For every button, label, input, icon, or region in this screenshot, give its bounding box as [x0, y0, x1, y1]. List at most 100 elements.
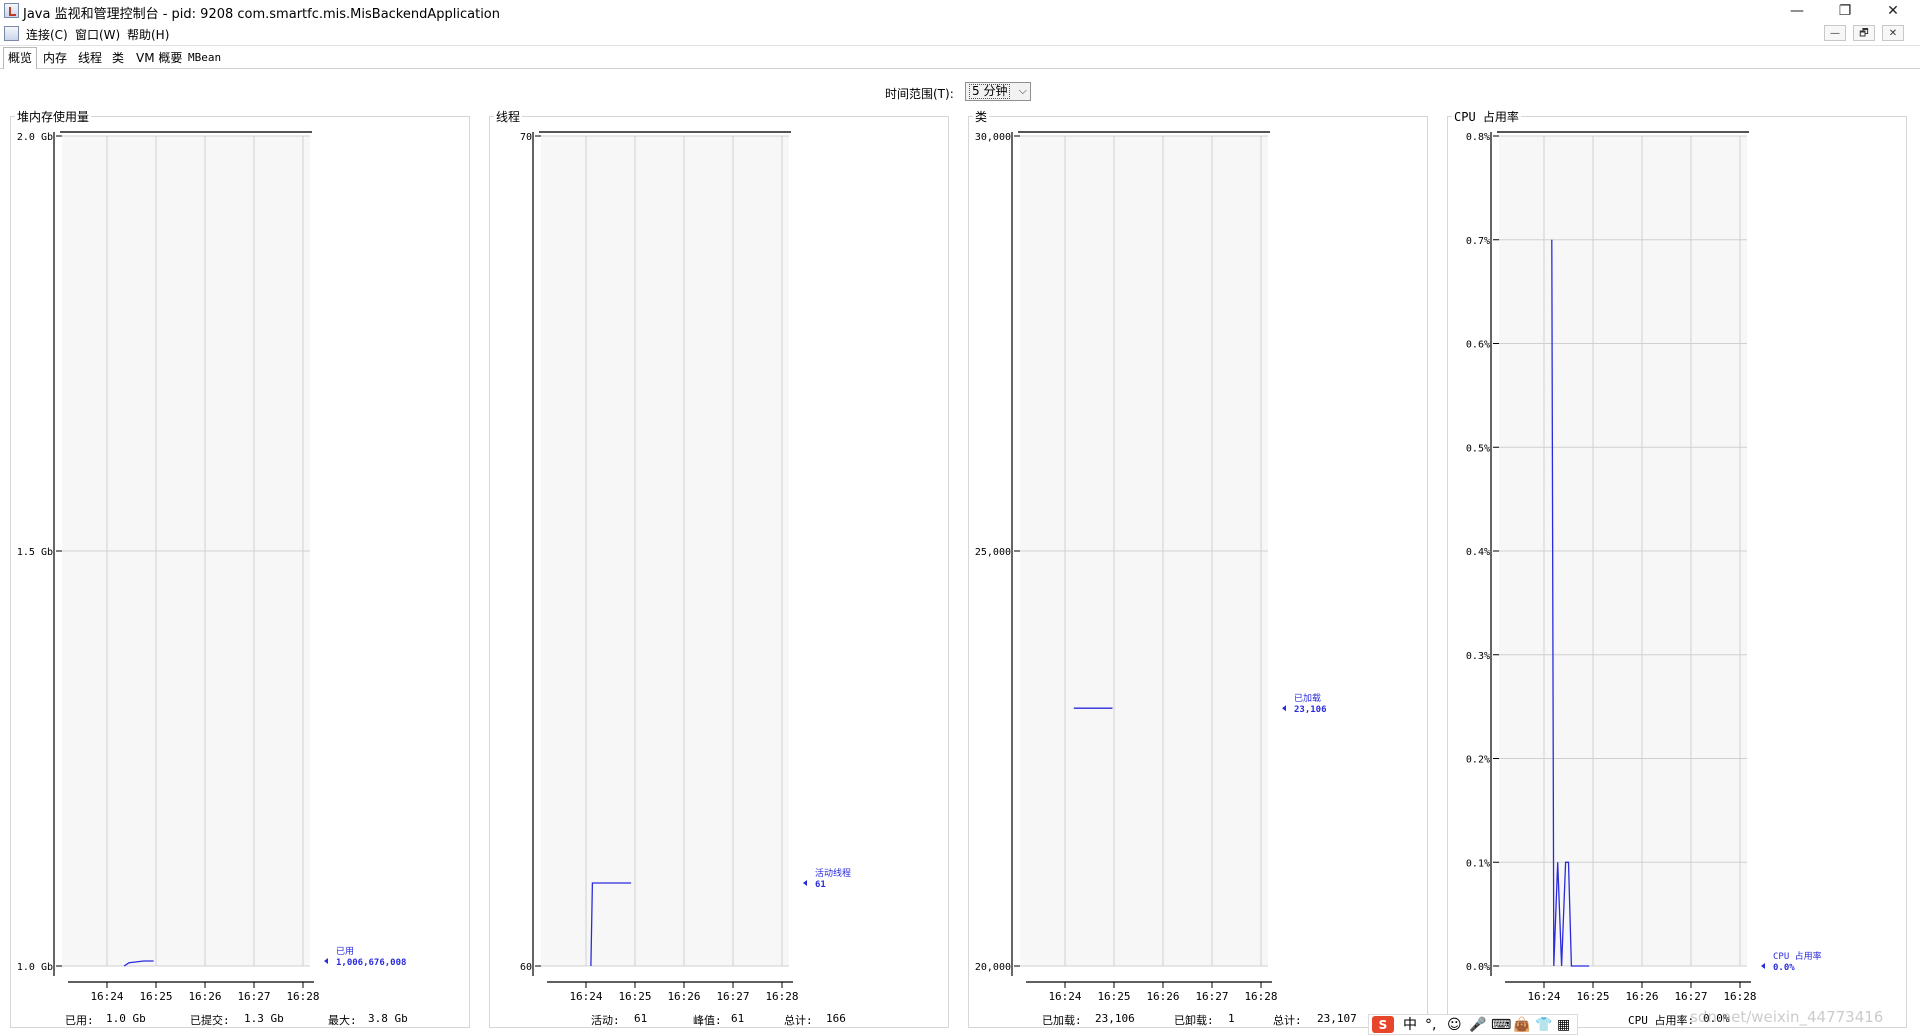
threads-chart-xtick-label: 16:28	[765, 990, 798, 1003]
cpu-chart-ytick-label: 0.5%	[1466, 443, 1490, 454]
heap-used-value: 1.0 Gb	[106, 1012, 146, 1025]
ime-emoji-icon[interactable]: ☺	[1447, 1016, 1462, 1034]
minimize-button[interactable]: —	[1774, 0, 1820, 22]
threads-total-value: 166	[826, 1012, 846, 1025]
sogou-logo-icon[interactable]: S	[1372, 1016, 1394, 1033]
menu-help[interactable]: 帮助(H)	[127, 26, 169, 43]
threads-chart-xtick-label: 16:27	[716, 990, 749, 1003]
ime-chinese-mode-icon[interactable]: 中	[1403, 1016, 1417, 1034]
threads-chart[interactable]: 60 70 16:24 16:25 16:26 16:27 16:28 活动线程61	[489, 126, 949, 1006]
cpu-chart-ytick-label: 0.7%	[1466, 236, 1490, 247]
cpu-chart-ytick-label: 0.6%	[1466, 340, 1490, 351]
frame-minimize-button[interactable]: —	[1824, 25, 1846, 41]
cpu-chart-xtick-label: 16:24	[1527, 990, 1560, 1003]
tab-mbean[interactable]: MBean	[184, 50, 225, 67]
cpu-chart-ytick-label: 0.2%	[1466, 755, 1490, 766]
cpu-chart-xtick-label: 16:25	[1576, 990, 1609, 1003]
time-range-select[interactable]: 5 分钟 ⌵	[965, 82, 1031, 101]
threads-chart-ytick-label: 60	[520, 962, 532, 973]
heap-chart-xtick-label: 16:25	[139, 990, 172, 1003]
tab-overview[interactable]: 概览	[3, 47, 38, 69]
title-bar[interactable]: Java 监视和管理控制台 - pid: 9208 com.smartfc.mi…	[0, 0, 1920, 22]
threads-chart-xtick-label: 16:25	[618, 990, 651, 1003]
heap-chart-ytick-label: 2.0 Gb	[17, 132, 53, 143]
ime-toolbox-icon[interactable]: 👜	[1513, 1016, 1530, 1034]
internal-frame-icon[interactable]	[4, 26, 19, 41]
chevron-down-icon: ⌵	[1018, 84, 1027, 97]
classes-total-label: 总计:	[1273, 1014, 1302, 1027]
classes-chart-xtick-label: 16:25	[1097, 990, 1130, 1003]
heap-chart-series-name: 已用	[336, 946, 354, 957]
window-title: Java 监视和管理控制台 - pid: 9208 com.smartfc.mi…	[23, 7, 500, 22]
heap-chart-xtick-label: 16:24	[90, 990, 123, 1003]
ime-toolbar[interactable]: S 中 °, ☺ 🎤 ⌨ 👜 👕 ▦	[1368, 1014, 1578, 1035]
time-range-value: 5 分钟	[969, 84, 1011, 99]
heap-chart[interactable]: 1.0 Gb 1.5 Gb 2.0 Gb 16:24 16:25 16:26 16:27 16…	[10, 126, 470, 1006]
frame-restore-button[interactable]: 🗗	[1853, 25, 1875, 41]
cpu-chart-xtick-label: 16:27	[1674, 990, 1707, 1003]
cpu-chart-ytick-label: 0.3%	[1466, 651, 1490, 662]
cpu-chart-series-marker	[1761, 963, 1765, 969]
threads-chart-ytick-label: 70	[520, 132, 532, 143]
cpu-usage-label: CPU 占用率:	[1628, 1014, 1695, 1027]
heap-chart-ytick-label: 1.5 Gb	[17, 547, 53, 558]
tab-vm-summary[interactable]: VM 概要	[132, 50, 186, 67]
cpu-chart-series-name: CPU 占用率	[1773, 950, 1822, 962]
threads-peak-label: 峰值:	[693, 1014, 722, 1027]
classes-chart-xtick-label: 16:27	[1195, 990, 1228, 1003]
heap-committed-label: 已提交:	[190, 1014, 230, 1027]
threads-live-value: 61	[634, 1012, 648, 1025]
classes-chart-xtick-label: 16:26	[1146, 990, 1179, 1003]
cpu-chart-ytick-label: 0.8%	[1466, 132, 1490, 143]
ime-menu-icon[interactable]: ▦	[1557, 1016, 1570, 1034]
heap-chart-xtick-label: 16:26	[188, 990, 221, 1003]
heap-panel-title: 堆内存使用量	[15, 108, 92, 125]
ime-voice-icon[interactable]: 🎤	[1469, 1016, 1486, 1034]
time-range-label: 时间范围(T):	[885, 87, 954, 101]
classes-loaded-value: 23,106	[1095, 1012, 1135, 1025]
heap-chart-series-value: 1,006,676,008	[336, 958, 406, 968]
threads-chart-plot-area	[541, 136, 789, 966]
cpu-chart[interactable]: 0.0% 0.1% 0.2% 0.3% 0.4% 0.5% 0.6% 0.7% 0.8% 16:2…	[1447, 126, 1907, 1006]
tab-memory[interactable]: 内存	[39, 50, 71, 67]
close-button[interactable]: ✕	[1870, 0, 1916, 22]
menu-connection[interactable]: 连接(C)	[26, 26, 68, 43]
threads-panel-title: 线程	[494, 108, 523, 125]
threads-total-label: 总计:	[784, 1014, 813, 1027]
heap-chart-series-marker	[324, 958, 328, 965]
classes-chart-ytick-label: 30,000	[975, 132, 1011, 143]
tab-classes[interactable]: 类	[108, 50, 128, 67]
cpu-chart-ytick-label: 0.1%	[1466, 858, 1490, 869]
threads-chart-series-name: 活动线程	[815, 867, 851, 879]
classes-panel-title: 类	[973, 108, 990, 125]
classes-chart-xtick-label: 16:24	[1048, 990, 1081, 1003]
threads-chart-xtick-label: 16:24	[569, 990, 602, 1003]
frame-close-button[interactable]: ✕	[1882, 25, 1904, 41]
maximize-button[interactable]: ❐	[1822, 0, 1868, 22]
heap-committed-value: 1.3 Gb	[244, 1012, 284, 1025]
tab-strip: 概览 内存 线程 类 VM 概要 MBean	[0, 46, 1920, 109]
ime-punctuation-icon[interactable]: °,	[1425, 1016, 1436, 1034]
classes-unloaded-label: 已卸载:	[1174, 1014, 1214, 1027]
cpu-chart-ytick-label: 0.0%	[1466, 962, 1490, 973]
heap-chart-ytick-label: 1.0 Gb	[17, 962, 53, 973]
heap-used-label: 已用:	[65, 1014, 94, 1027]
tab-threads[interactable]: 线程	[74, 50, 106, 67]
classes-chart-series-value: 23,106	[1294, 705, 1327, 715]
classes-chart-ytick-label: 20,000	[975, 962, 1011, 973]
threads-live-label: 活动:	[591, 1014, 620, 1027]
classes-chart[interactable]: 20,000 25,000 30,000 16:24 16:25 16:26 16:27 16…	[968, 126, 1428, 1006]
classes-chart-series-marker	[1282, 705, 1286, 712]
threads-chart-series-value: 61	[815, 880, 826, 890]
threads-chart-series-marker	[803, 880, 807, 886]
classes-unloaded-value: 1	[1228, 1012, 1235, 1025]
classes-loaded-label: 已加载:	[1042, 1014, 1082, 1027]
classes-chart-ytick-label: 25,000	[975, 547, 1011, 558]
menu-bar: 连接(C) 窗口(W) 帮助(H) — 🗗 ✕	[0, 22, 1920, 46]
classes-chart-series-name: 已加载	[1294, 692, 1321, 704]
ime-skin-icon[interactable]: 👕	[1535, 1016, 1552, 1034]
heap-max-value: 3.8 Gb	[368, 1012, 408, 1025]
heap-chart-xtick-label: 16:27	[237, 990, 270, 1003]
ime-keyboard-icon[interactable]: ⌨	[1491, 1016, 1511, 1034]
menu-window[interactable]: 窗口(W)	[75, 26, 120, 43]
